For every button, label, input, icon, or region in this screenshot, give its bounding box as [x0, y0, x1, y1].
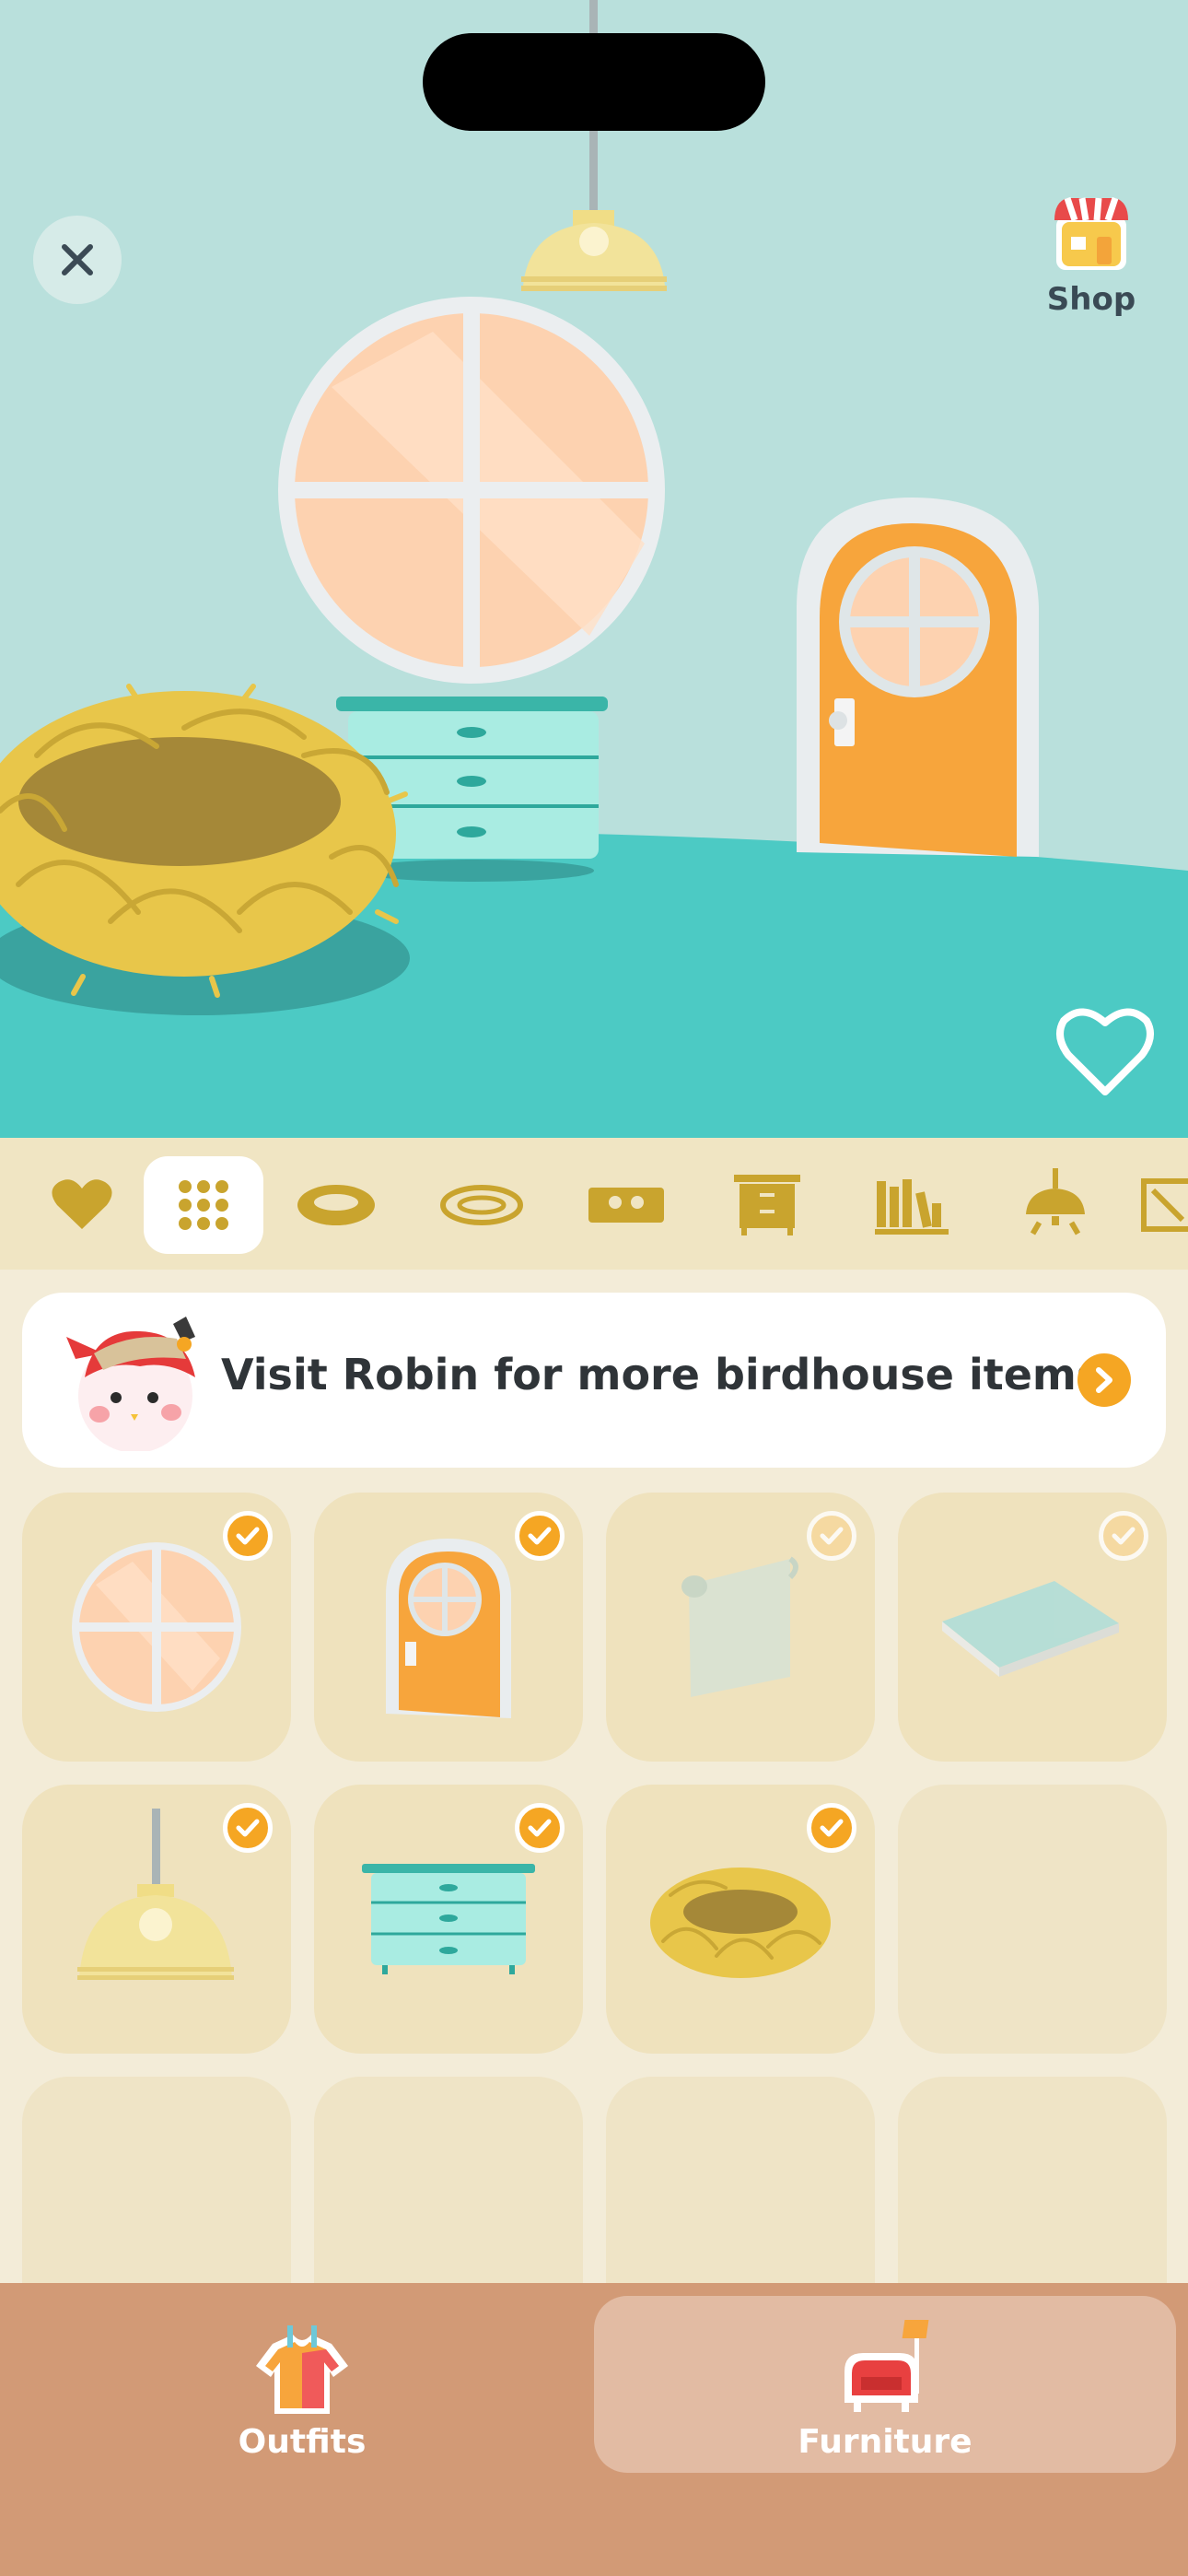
room-illustration	[0, 0, 1188, 1138]
owned-check-icon	[807, 1511, 856, 1561]
item-arched-door[interactable]	[314, 1493, 583, 1762]
shirt-icon	[256, 2325, 348, 2414]
owned-check-icon	[1099, 1511, 1148, 1561]
item-round-window[interactable]	[22, 1493, 291, 1762]
bottom-tab-bar: Outfits Furniture	[0, 2283, 1188, 2576]
tab-furniture[interactable]: Furniture	[594, 2296, 1176, 2473]
camera-notch	[423, 33, 765, 131]
category-lamps[interactable]	[996, 1156, 1115, 1254]
item-floor[interactable]	[898, 1493, 1167, 1762]
nest-icon	[297, 1185, 375, 1225]
category-mats[interactable]	[566, 1156, 686, 1254]
room-scene[interactable]: Shop	[0, 0, 1188, 1138]
shop-button[interactable]: Shop	[1027, 189, 1156, 327]
tab-furniture-label: Furniture	[798, 2423, 973, 2461]
sofa-lamp-icon	[844, 2320, 929, 2412]
tab-outfits-label: Outfits	[238, 2423, 367, 2461]
robin-avatar	[66, 1317, 195, 1451]
owned-check-icon	[515, 1511, 565, 1561]
bookshelf-icon	[875, 1179, 949, 1235]
banner-arrow-button[interactable]	[1077, 1353, 1131, 1407]
heart-icon	[52, 1179, 112, 1229]
like-button[interactable]	[1050, 1004, 1160, 1106]
category-dressers[interactable]	[707, 1156, 827, 1254]
category-bar[interactable]	[0, 1138, 1188, 1270]
banner-text: Visit Robin for more birdhouse items!	[221, 1350, 1122, 1399]
grid-icon	[179, 1180, 228, 1230]
mat-icon	[588, 1188, 664, 1223]
owned-check-icon	[223, 1511, 273, 1561]
dresser-icon	[734, 1175, 800, 1235]
owned-check-icon	[515, 1803, 565, 1853]
shop-icon	[1054, 196, 1128, 270]
close-icon	[62, 244, 93, 275]
ceiling-lamp-icon	[1026, 1168, 1085, 1235]
tab-outfits[interactable]: Outfits	[11, 2296, 593, 2473]
empty-slot	[898, 1785, 1167, 2054]
rug-icon	[440, 1185, 523, 1225]
category-nests[interactable]	[276, 1156, 396, 1254]
shop-label: Shop	[1046, 281, 1136, 318]
category-bookshelves[interactable]	[852, 1156, 972, 1254]
item-pendant-lamp[interactable]	[22, 1785, 291, 2054]
owned-check-icon	[807, 1803, 856, 1853]
chevron-right-icon	[1096, 1367, 1112, 1393]
owned-check-icon	[223, 1803, 273, 1853]
item-dresser[interactable]	[314, 1785, 583, 2054]
category-wall-art[interactable]	[1140, 1156, 1188, 1254]
wall-art-icon	[1141, 1178, 1188, 1232]
item-wallpaper[interactable]	[606, 1493, 875, 1762]
category-all[interactable]	[144, 1156, 263, 1254]
item-straw-nest[interactable]	[606, 1785, 875, 2054]
visit-robin-banner[interactable]: Visit Robin for more birdhouse items!	[22, 1293, 1166, 1468]
category-favorites[interactable]	[22, 1156, 142, 1254]
close-button[interactable]	[33, 216, 122, 304]
category-rugs[interactable]	[422, 1156, 542, 1254]
